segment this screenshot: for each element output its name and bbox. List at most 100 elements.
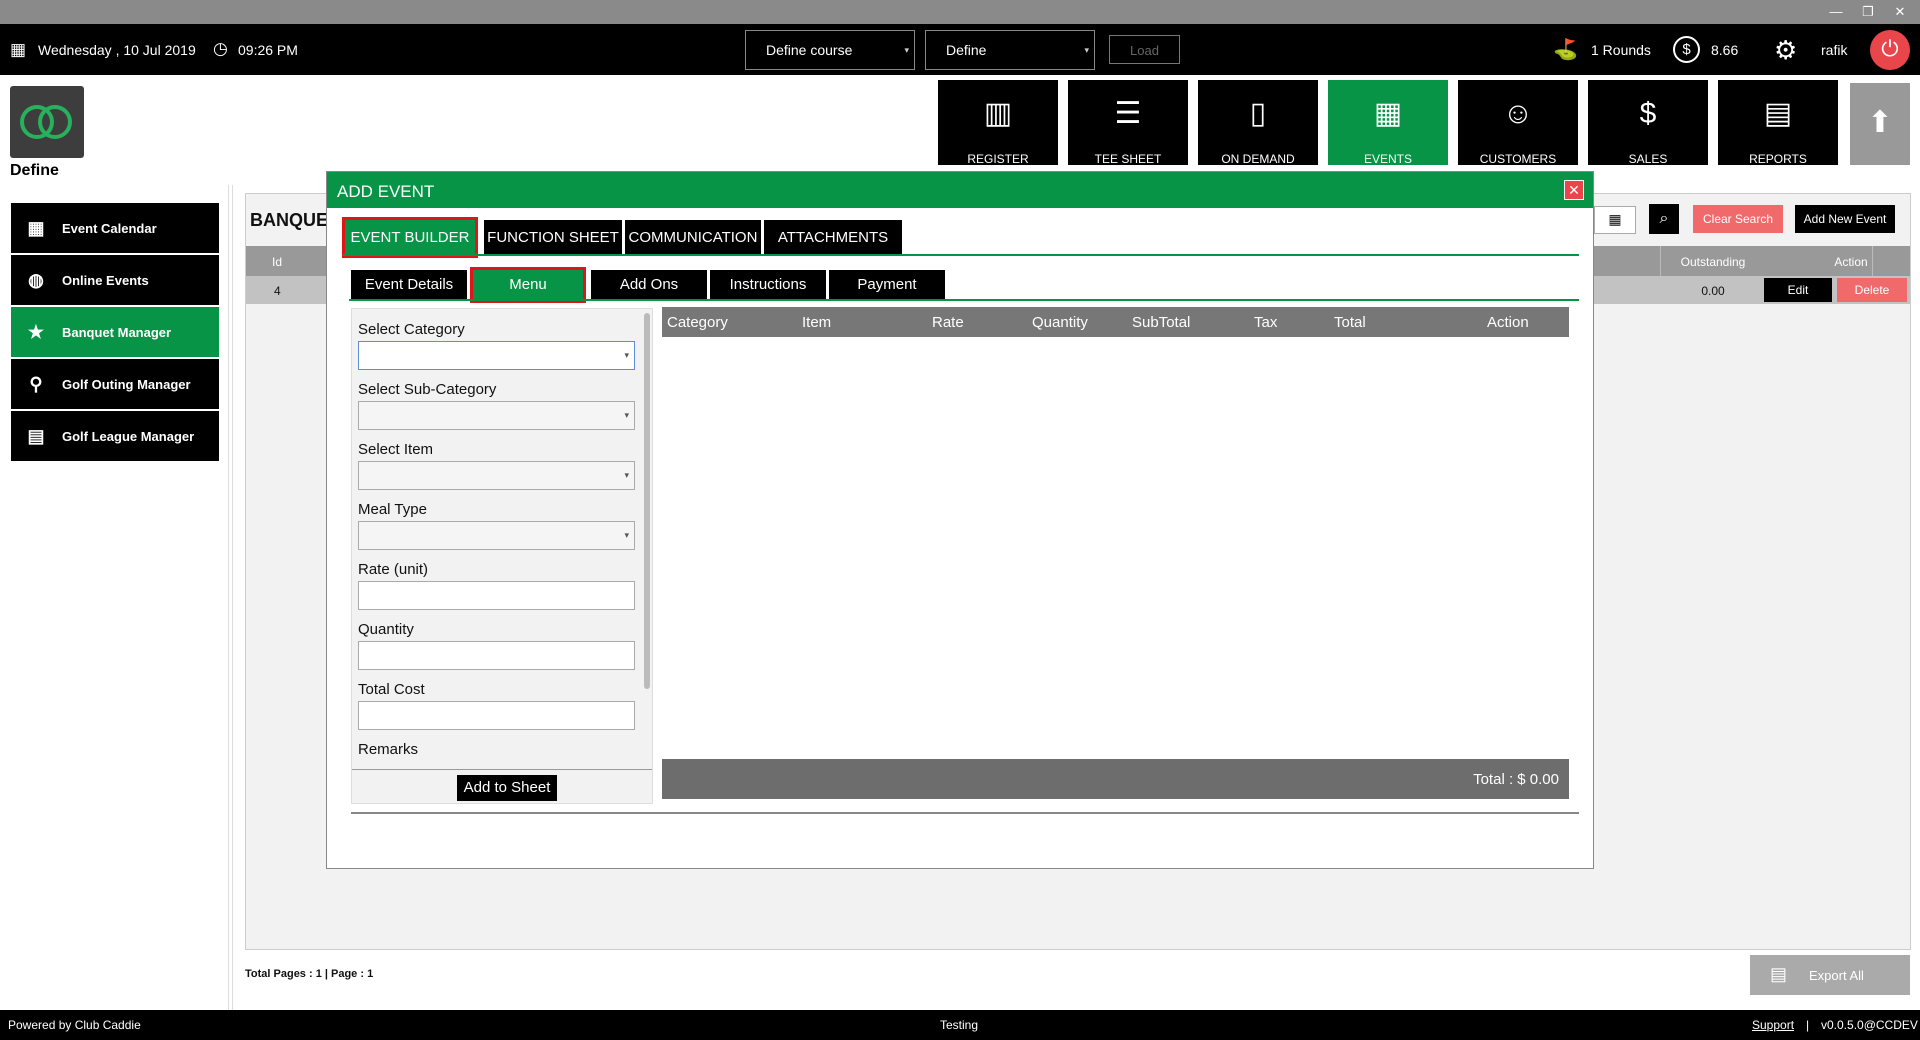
sidebar-item-label: Event Calendar <box>62 221 157 236</box>
export-all-button[interactable]: ▤ Export All <box>1750 955 1910 995</box>
close-window-icon[interactable]: ✕ <box>1888 4 1912 20</box>
export-all-label: Export All <box>1809 968 1864 983</box>
clear-search-button[interactable]: Clear Search <box>1693 205 1783 233</box>
total-cost-label: Total Cost <box>358 681 425 698</box>
footer-separator: | <box>1806 1018 1810 1032</box>
select-item-dropdown[interactable]: ▾ <box>358 461 635 490</box>
sidebar-divider[interactable] <box>228 185 233 1010</box>
column-total: Total <box>1334 314 1366 331</box>
sidebar-item-golf-league-manager[interactable]: ▤ Golf League Manager <box>11 411 219 461</box>
club-logo[interactable] <box>10 86 84 158</box>
page-title: BANQUE <box>250 210 329 230</box>
column-subtotal: SubTotal <box>1132 314 1191 331</box>
search-icon: ⌕ <box>1659 210 1669 227</box>
tab-event-builder[interactable]: EVENT BUILDER <box>342 217 478 258</box>
column-quantity: Quantity <box>1032 314 1088 331</box>
load-button[interactable]: Load <box>1109 35 1180 64</box>
define-select-value: Define <box>946 42 987 58</box>
select-subcategory-label: Select Sub-Category <box>358 381 497 398</box>
calendar-icon: ▦ <box>27 218 45 238</box>
subtab-instructions[interactable]: Instructions <box>710 270 826 300</box>
subtab-event-details[interactable]: Event Details <box>351 270 467 300</box>
calendar-icon: ▦ <box>10 40 27 59</box>
username: rafik <box>1821 42 1848 58</box>
subtab-menu[interactable]: Menu <box>470 267 586 303</box>
logo-label: Define <box>10 162 59 179</box>
add-new-event-button[interactable]: Add New Event <box>1795 205 1895 233</box>
module-customers[interactable]: ☺ CUSTOMERS <box>1458 80 1578 166</box>
module-reports[interactable]: ▤ REPORTS <box>1718 80 1838 166</box>
select-category-label: Select Category <box>358 321 465 338</box>
gear-icon[interactable]: ⚙ <box>1774 35 1797 66</box>
sidebar-item-banquet-manager[interactable]: ★ Banquet Manager <box>11 307 219 357</box>
modal-title: ADD EVENT <box>327 172 1593 208</box>
subtab-payment[interactable]: Payment <box>829 270 945 300</box>
define-select[interactable]: Define ▾ <box>925 30 1095 70</box>
select-subcategory-dropdown[interactable]: ▾ <box>358 401 635 430</box>
chevron-down-icon: ▾ <box>624 470 629 480</box>
balance-amount: 8.66 <box>1711 42 1739 58</box>
footer: Powered by Club Caddie Testing Support |… <box>0 1010 1920 1040</box>
sidebar-item-golf-outing-manager[interactable]: ⚲ Golf Outing Manager <box>11 359 219 409</box>
top-bar: ▦ Wednesday , 10 Jul 2019 ◷ 09:26 PM Def… <box>0 24 1920 75</box>
tab-communication[interactable]: COMMUNICATION <box>625 220 761 255</box>
support-link[interactable]: Support <box>1752 1018 1794 1032</box>
users-icon: ☺ <box>1502 97 1534 130</box>
dollar-icon: $ <box>1673 36 1700 63</box>
module-label: EVENTS <box>1363 152 1412 166</box>
pagination-info: Total Pages : 1 | Page : 1 <box>245 968 374 980</box>
menu-form-panel: Select Category ▾ Select Sub-Category ▾ … <box>351 308 653 804</box>
window-title-bar: — ❐ ✕ <box>0 0 1920 24</box>
tab-attachments[interactable]: ATTACHMENTS <box>764 220 902 255</box>
module-label: ON DEMAND <box>1221 152 1295 166</box>
column-item: Item <box>802 314 832 331</box>
sidebar-item-label: Golf League Manager <box>62 429 195 444</box>
module-label: SALES <box>1628 152 1668 166</box>
row-id: 4 <box>274 284 281 298</box>
subtab-add-ons[interactable]: Add Ons <box>591 270 707 300</box>
powered-by: Powered by Club Caddie <box>8 1018 141 1032</box>
current-date: Wednesday , 10 Jul 2019 <box>38 42 196 58</box>
search-button[interactable]: ⌕ <box>1649 204 1679 234</box>
total-cost-input[interactable] <box>358 701 635 730</box>
add-to-sheet-button[interactable]: Add to Sheet <box>457 775 557 801</box>
golf-club-icon: ⚲ <box>29 374 43 394</box>
menu-table-header: Category Item Rate Quantity SubTotal Tax… <box>662 307 1569 337</box>
rate-input[interactable] <box>358 581 635 610</box>
menu-table-footer: Total : $ 0.00 <box>662 759 1569 799</box>
menu-table-body <box>662 337 1569 759</box>
close-icon[interactable]: ✕ <box>1564 180 1584 200</box>
version-label: v0.0.5.0@CCDEV <box>1821 1018 1918 1032</box>
meal-type-dropdown[interactable]: ▾ <box>358 521 635 550</box>
restore-icon[interactable]: ❐ <box>1856 4 1880 20</box>
module-label: REGISTER <box>967 152 1029 166</box>
menu-total: Total : $ 0.00 <box>1473 771 1559 788</box>
module-register[interactable]: ▥ REGISTER <box>938 80 1058 166</box>
chevron-down-icon: ▾ <box>624 530 629 540</box>
edit-button[interactable]: Edit <box>1764 278 1832 302</box>
select-category-dropdown[interactable]: ▾ <box>358 341 635 370</box>
power-button[interactable]: ⏻ <box>1870 30 1910 70</box>
date-picker[interactable]: ▦ <box>1594 206 1636 234</box>
module-events[interactable]: ▦ EVENTS <box>1328 80 1448 166</box>
sidebar-item-online-events[interactable]: ◍ Online Events <box>11 255 219 305</box>
column-category: Category <box>667 314 728 331</box>
form-scrollbar[interactable] <box>644 313 650 689</box>
course-select[interactable]: Define course ▾ <box>745 30 915 70</box>
delete-button[interactable]: Delete <box>1837 278 1907 302</box>
power-icon: ⏻ <box>1881 36 1899 61</box>
module-tee-sheet[interactable]: ☰ TEE SHEET <box>1068 80 1188 166</box>
sidebar-item-event-calendar[interactable]: ▦ Event Calendar <box>11 203 219 253</box>
schedule-icon: ▤ <box>27 426 45 446</box>
tab-function-sheet[interactable]: FUNCTION SHEET <box>484 220 622 255</box>
module-sales[interactable]: $ SALES <box>1588 80 1708 166</box>
quantity-input[interactable] <box>358 641 635 670</box>
row-outstanding: 0.00 <box>1701 284 1725 298</box>
scroll-up-button[interactable]: ⬆ <box>1850 83 1910 165</box>
module-on-demand[interactable]: ▯ ON DEMAND <box>1198 80 1318 166</box>
arrow-up-icon: ⬆ <box>1867 106 1893 139</box>
remarks-label: Remarks <box>358 741 419 758</box>
minimize-icon[interactable]: — <box>1824 4 1848 19</box>
column-tax: Tax <box>1254 314 1278 331</box>
column-action: Action <box>1834 255 1868 269</box>
